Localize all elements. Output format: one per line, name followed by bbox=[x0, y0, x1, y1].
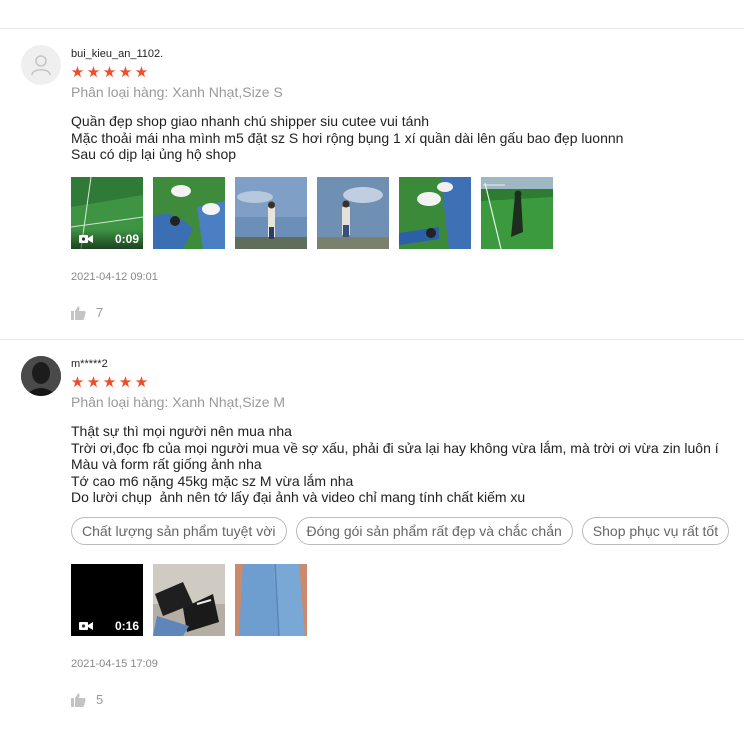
video-thumbnail[interactable]: 0:09 bbox=[71, 177, 143, 249]
photo-thumbnail[interactable] bbox=[235, 177, 307, 249]
video-thumbnail[interactable]: 0:16 bbox=[71, 564, 143, 636]
comment-line: Do lười chụp ảnh nên tớ lấy đại ảnh và v… bbox=[71, 489, 526, 505]
review-tag[interactable]: Shop phục vụ rất tốt bbox=[581, 517, 730, 545]
star-icon: ★ bbox=[70, 64, 85, 81]
review-comment: Thật sự thì mọi người nên mua nha Trời ơi… bbox=[71, 423, 719, 506]
star-icon: ★ bbox=[70, 374, 85, 391]
like-button[interactable]: 7 bbox=[71, 305, 103, 320]
video-duration: 0:16 bbox=[114, 619, 139, 633]
review-tag[interactable]: Đóng gói sản phẩm rất đẹp và chắc chắn bbox=[295, 517, 573, 545]
star-icon: ★ bbox=[86, 64, 101, 81]
review-comment: Quần đẹp shop giao nhanh chú shipper siu… bbox=[71, 113, 623, 163]
comment-line: Thật sự thì mọi người nên mua nha bbox=[71, 423, 292, 439]
photo-thumbnail[interactable] bbox=[235, 564, 307, 636]
photo-thumbnail[interactable] bbox=[317, 177, 389, 249]
product-variation: Phân loại hàng: Xanh Nhạt,Size M bbox=[71, 394, 286, 410]
thumbs-up-icon bbox=[71, 306, 86, 320]
avatar[interactable] bbox=[21, 45, 61, 85]
review-item: m*****2 ★ ★ ★ ★ ★ Phân loại hàng: Xanh N… bbox=[0, 341, 744, 744]
like-button[interactable]: 5 bbox=[71, 692, 103, 707]
comment-line: Trời ơi,đọc fb của mọi người mua về sợ x… bbox=[71, 439, 719, 456]
review-datetime: 2021-04-15 17:09 bbox=[71, 658, 158, 670]
user-placeholder-icon bbox=[31, 55, 51, 76]
review-media: 0:09 bbox=[71, 177, 553, 249]
photo-thumbnail[interactable] bbox=[481, 177, 553, 249]
review-photo-image bbox=[481, 177, 553, 249]
photo-thumbnail[interactable] bbox=[399, 177, 471, 249]
review-datetime: 2021-04-12 09:01 bbox=[71, 271, 158, 283]
comment-line: Tớ cao m6 nặng 45kg mặc sz M vừa lắm nha bbox=[71, 472, 354, 489]
like-count: 7 bbox=[96, 305, 104, 320]
rating-stars: ★ ★ ★ ★ ★ bbox=[70, 375, 149, 391]
review-photo-image bbox=[399, 177, 471, 249]
star-icon: ★ bbox=[134, 64, 149, 81]
video-camera-icon bbox=[79, 622, 93, 630]
star-icon: ★ bbox=[86, 374, 101, 391]
photo-thumbnail[interactable] bbox=[153, 177, 225, 249]
review-photo-image bbox=[235, 177, 307, 249]
thumbs-up-icon bbox=[71, 693, 86, 707]
avatar-image bbox=[21, 356, 61, 396]
like-count: 5 bbox=[96, 692, 104, 707]
video-overlay: 0:16 bbox=[71, 616, 143, 636]
review-photo-image bbox=[153, 564, 225, 636]
video-camera-icon bbox=[79, 235, 93, 243]
review-tag[interactable]: Chất lượng sản phẩm tuyệt vời bbox=[71, 517, 287, 545]
star-icon: ★ bbox=[118, 64, 133, 81]
review-photo-image bbox=[153, 177, 225, 249]
comment-line: Màu và form rất giống ảnh nha bbox=[71, 456, 262, 472]
review-item: bui_kieu_an_1102. ★ ★ ★ ★ ★ Phân loại hà… bbox=[0, 29, 744, 340]
rating-stars: ★ ★ ★ ★ ★ bbox=[70, 65, 149, 81]
star-icon: ★ bbox=[134, 374, 149, 391]
video-overlay: 0:09 bbox=[71, 229, 143, 249]
comment-line: Quần đẹp shop giao nhanh chú shipper siu… bbox=[71, 113, 430, 129]
comment-line: Sau có dịp lại ủng hộ shop bbox=[71, 146, 237, 162]
product-variation: Phân loại hàng: Xanh Nhạt,Size S bbox=[71, 84, 283, 100]
reviewer-username[interactable]: bui_kieu_an_1102. bbox=[71, 48, 163, 60]
avatar[interactable] bbox=[21, 356, 61, 396]
star-icon: ★ bbox=[102, 374, 117, 391]
review-tags: Chất lượng sản phẩm tuyệt vời Đóng gói s… bbox=[71, 517, 730, 545]
comment-line: Mặc thoải mái nha mình m5 đặt sz S hơi r… bbox=[71, 129, 624, 146]
photo-thumbnail[interactable] bbox=[153, 564, 225, 636]
reviewer-username[interactable]: m*****2 bbox=[71, 358, 108, 370]
review-photo-image bbox=[317, 177, 389, 249]
review-photo-image bbox=[235, 564, 307, 636]
video-duration: 0:09 bbox=[114, 232, 139, 246]
star-icon: ★ bbox=[102, 64, 117, 81]
review-media: 0:16 bbox=[71, 564, 307, 636]
star-icon: ★ bbox=[118, 374, 133, 391]
